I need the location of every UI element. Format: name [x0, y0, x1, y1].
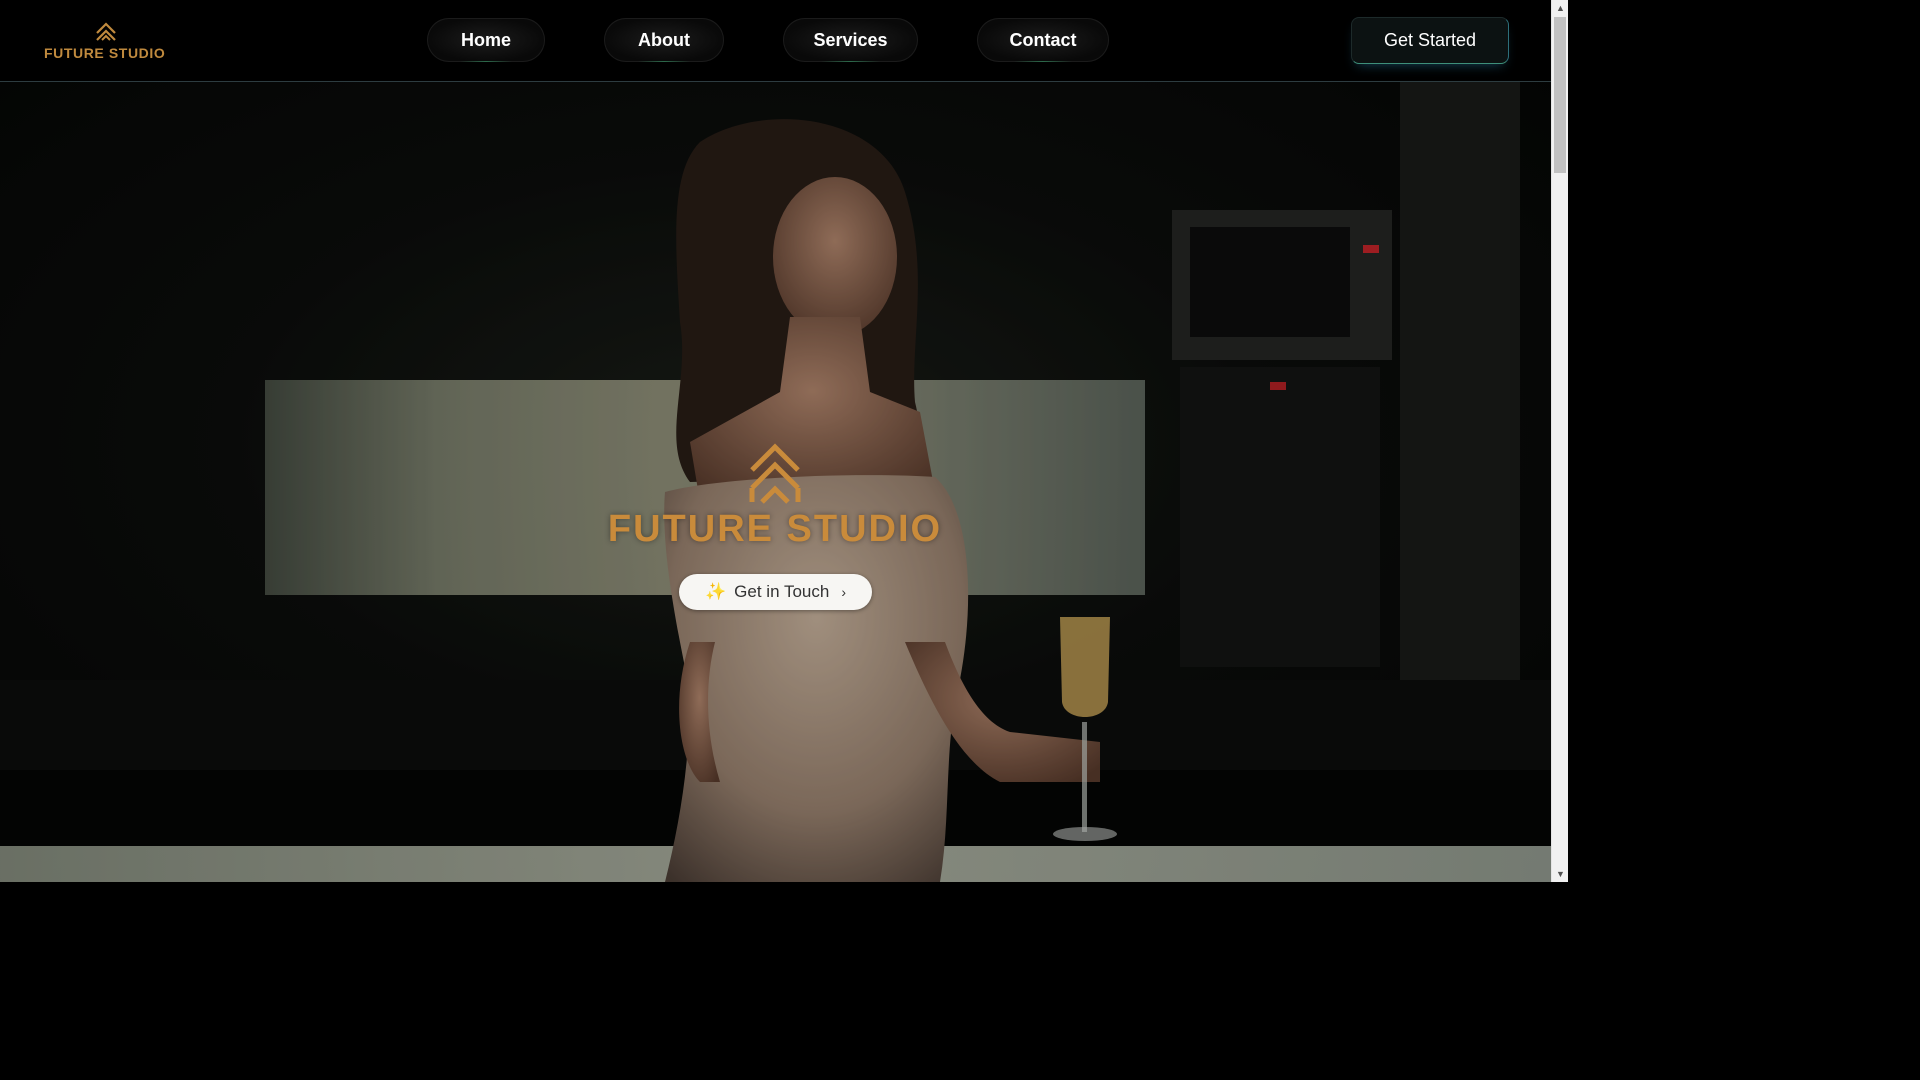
nav-home[interactable]: Home — [427, 18, 545, 62]
page: FUTURE STUDIO Home About Services Contac… — [0, 0, 1568, 882]
get-in-touch-label: Get in Touch — [734, 582, 830, 601]
main-nav: Home About Services Contact — [0, 18, 1551, 62]
scroll-down-arrow-icon[interactable]: ▼ — [1552, 866, 1568, 882]
sparkles-icon: ✨ — [705, 582, 727, 601]
scroll-up-arrow-icon[interactable]: ▲ — [1552, 0, 1568, 16]
chevron-right-icon: › — [841, 584, 846, 600]
site-header: FUTURE STUDIO Home About Services Contac… — [0, 0, 1551, 82]
hero-logo-chevron-icon — [749, 443, 801, 504]
get-started-button[interactable]: Get Started — [1351, 17, 1509, 64]
get-in-touch-button[interactable]: ✨ Get in Touch › — [679, 574, 872, 610]
nav-about[interactable]: About — [604, 18, 724, 62]
page-scrollbar[interactable]: ▲ ▼ — [1551, 0, 1568, 882]
hero-video: FUTURE STUDIO ✨ Get in Touch › — [0, 82, 1551, 882]
hero-title: FUTURE STUDIO — [607, 508, 943, 550]
scrollbar-thumb[interactable] — [1554, 17, 1566, 173]
hero-logo: FUTURE STUDIO — [600, 442, 950, 554]
nav-services[interactable]: Services — [783, 18, 918, 62]
nav-contact[interactable]: Contact — [977, 18, 1109, 62]
